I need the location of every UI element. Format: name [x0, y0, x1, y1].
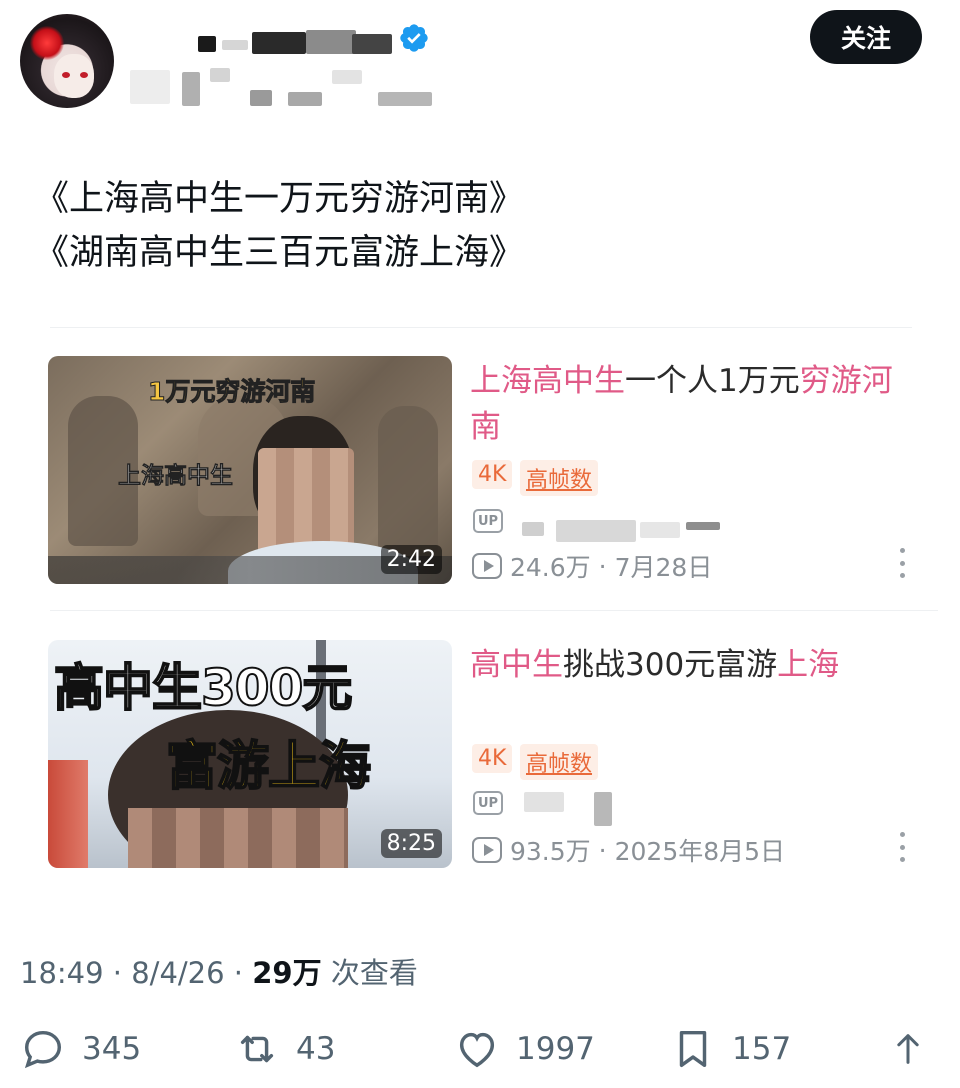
- view-count: 93.5万: [510, 837, 591, 866]
- tag-4k: 4K: [472, 744, 513, 773]
- separator: ·: [598, 551, 607, 581]
- title-text: 一个人1万元: [625, 363, 800, 399]
- video-duration: 8:25: [380, 829, 442, 858]
- follow-button[interactable]: 关注: [810, 10, 922, 64]
- avatar-eye: [80, 72, 88, 78]
- divider: [50, 610, 938, 611]
- reply-button[interactable]: 345: [20, 1026, 141, 1072]
- views-count: 29万: [252, 956, 322, 990]
- like-count: 1997: [516, 1031, 595, 1067]
- up-icon: UP: [473, 509, 503, 533]
- face-mosaic: [128, 808, 348, 868]
- divider: [50, 327, 912, 328]
- heart-icon: [459, 1032, 495, 1068]
- post-line: 《湖南高中生三百元富游上海》: [34, 233, 525, 273]
- repost-icon: [240, 1035, 274, 1063]
- post-date[interactable]: 8/4/26: [131, 956, 224, 990]
- separator: ·: [598, 835, 607, 865]
- video-title[interactable]: 高中生挑战300元富游上海: [470, 642, 900, 688]
- avatar-face: [54, 54, 94, 98]
- more-options-icon[interactable]: [898, 832, 906, 862]
- share-button[interactable]: [888, 1026, 928, 1072]
- reply-icon: [24, 1030, 62, 1069]
- post-time[interactable]: 18:49: [20, 956, 104, 990]
- post-line: 《上海高中生一万元穷游河南》: [34, 179, 525, 219]
- upload-date: 2025年8月5日: [614, 837, 786, 866]
- tag-4k: 4K: [472, 460, 513, 489]
- tag-high-fps: 高帧数: [520, 744, 599, 780]
- tag-high-fps: 高帧数: [520, 460, 599, 496]
- avatar-eye: [62, 72, 70, 78]
- upload-date: 7月28日: [614, 553, 713, 582]
- title-highlight: 高中生: [470, 647, 563, 683]
- video-stats: 93.5万 · 2025年8月5日: [472, 832, 785, 868]
- repost-count: 43: [296, 1031, 336, 1067]
- share-icon: [897, 1034, 919, 1064]
- thumb-caption: 高中生300元: [53, 658, 353, 718]
- statue-shape: [378, 406, 438, 556]
- title-highlight: 上海: [777, 647, 840, 683]
- post-meta: 18:49 · 8/4/26 · 29万 次查看: [20, 950, 418, 992]
- play-count-icon: [472, 837, 502, 863]
- view-count: 24.6万: [510, 553, 591, 582]
- like-button[interactable]: 1997: [454, 1026, 595, 1072]
- verified-badge-icon: [400, 24, 428, 52]
- avatar[interactable]: [20, 14, 114, 108]
- separator: ·: [233, 956, 244, 990]
- bookmark-icon: [679, 1030, 707, 1068]
- bookmark-button[interactable]: 157: [670, 1026, 791, 1072]
- title-highlight: 穷游: [799, 363, 862, 399]
- up-icon: UP: [473, 791, 503, 815]
- video-thumbnail[interactable]: 1万元穷游河南 上海高中生 2:42: [48, 356, 452, 584]
- thumb-caption: 富游上海: [165, 736, 372, 798]
- title-highlight: 上海高中生: [470, 363, 625, 399]
- building-shape: [48, 760, 88, 868]
- more-options-icon[interactable]: [898, 548, 906, 578]
- video-stats: 24.6万 · 7月28日: [472, 548, 712, 584]
- thumb-caption: 上海高中生: [118, 463, 234, 490]
- video-thumbnail[interactable]: 高中生300元 富游上海 8:25: [48, 640, 452, 868]
- video-duration: 2:42: [380, 545, 442, 574]
- bookmark-count: 157: [732, 1031, 792, 1067]
- reply-count: 345: [82, 1031, 142, 1067]
- views-label: 次查看: [330, 956, 418, 990]
- flower-decoration: [30, 26, 64, 60]
- separator: ·: [112, 956, 123, 990]
- play-count-icon: [472, 553, 502, 579]
- thumb-caption: 1万元穷游河南: [147, 377, 316, 407]
- post-text: 《上海高中生一万元穷游河南》 《湖南高中生三百元富游上海》: [34, 172, 524, 280]
- title-text: 挑战300元富游: [563, 647, 778, 683]
- video-title[interactable]: 上海高中生一个人1万元穷游河南: [470, 358, 900, 450]
- repost-button[interactable]: 43: [234, 1026, 335, 1072]
